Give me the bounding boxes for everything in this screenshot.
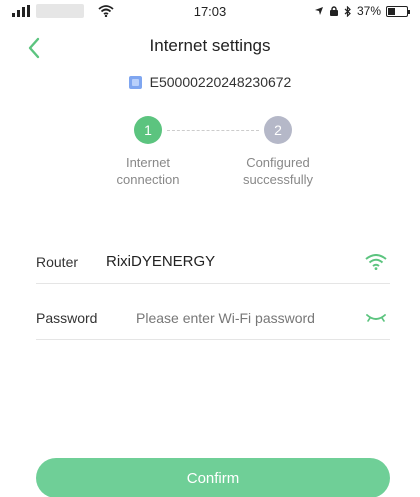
password-label: Password: [36, 309, 98, 326]
status-bar: 17:03 37%: [0, 0, 420, 26]
lock-rotation-icon: [329, 5, 338, 16]
eye-closed-icon: [366, 313, 386, 322]
status-right: 37%: [314, 4, 410, 18]
device-id: E50000220248230672: [149, 74, 292, 90]
step-2-circle: 2: [264, 116, 292, 144]
router-row: Router RixiDYENERGY: [36, 240, 390, 284]
location-icon: [314, 7, 323, 15]
confirm-button[interactable]: Confirm: [36, 458, 390, 497]
password-row: Password: [36, 296, 390, 340]
device-row: E50000220248230672: [0, 74, 420, 90]
battery-icon: [386, 5, 410, 17]
bluetooth-icon: [344, 5, 351, 17]
router-value[interactable]: RixiDYENERGY: [106, 253, 362, 270]
password-input[interactable]: [106, 309, 362, 326]
battery-percent: 37%: [356, 4, 381, 18]
step-2-label-line1: Configured: [246, 155, 310, 170]
router-label: Router: [36, 253, 79, 270]
toggle-password-visibility-button[interactable]: [362, 306, 390, 330]
step-1-label-line1: Internet: [125, 155, 171, 170]
step-1-circle: 1: [134, 116, 162, 144]
step-2-label: Configured successfully: [223, 154, 333, 188]
wifi-select-button[interactable]: [362, 250, 390, 274]
page-title: Internet settings: [149, 36, 271, 55]
battery-fill: [388, 7, 395, 15]
step-1-label: Internet connection: [93, 154, 203, 188]
step-connector: [167, 130, 259, 131]
step-indicator: 1 2 Internet connection Configured succe…: [0, 116, 420, 196]
wifi-icon: [365, 253, 387, 270]
step-1-label-line2: connection: [116, 172, 180, 187]
step-2-label-line2: successfully: [242, 172, 314, 187]
device-icon: [128, 75, 142, 89]
